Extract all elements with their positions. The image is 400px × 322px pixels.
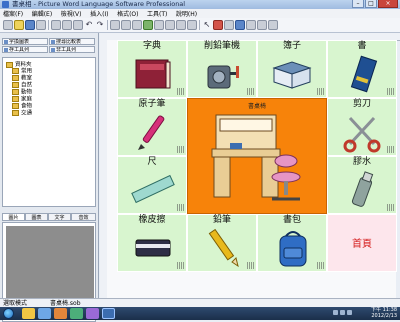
align-icon[interactable] xyxy=(121,20,131,30)
print-icon[interactable] xyxy=(36,20,46,30)
tab-sound[interactable]: 音效 xyxy=(71,213,96,221)
eraser-icon xyxy=(135,239,171,257)
start-button[interactable] xyxy=(3,308,14,319)
cell-glue[interactable]: 膠水 xyxy=(327,156,397,214)
explorer-taskbar-icon[interactable] xyxy=(22,308,35,319)
clock[interactable]: 下午 11:38 2012/2/13 xyxy=(371,307,397,319)
folder-icon xyxy=(12,103,19,109)
panel-tab-4[interactable]: 非工具列 xyxy=(49,46,95,53)
tree-item[interactable]: 交通 xyxy=(12,110,32,118)
network-icon[interactable] xyxy=(333,310,338,315)
system-tray xyxy=(333,310,352,315)
panel-tab-3[interactable]: 存工具列 xyxy=(2,46,48,53)
folder-icon xyxy=(6,61,13,68)
folder-icon xyxy=(12,75,19,81)
cell-ruler[interactable]: 尺 xyxy=(117,156,187,214)
new-file-icon[interactable] xyxy=(3,20,13,30)
ruler-icon xyxy=(131,174,175,204)
folder-tree[interactable]: 資料夾 常用 教室 自然 動物 家庭 食物 交通 xyxy=(2,57,96,207)
cell-home[interactable]: 首頁 xyxy=(327,214,397,272)
save-icon[interactable] xyxy=(25,20,35,30)
folder-icon xyxy=(12,82,19,88)
cell-pencil-sharpener[interactable]: 削鉛筆機 xyxy=(187,40,257,98)
cell-pencil[interactable]: 鉛筆 xyxy=(187,214,257,272)
redo-icon[interactable]: ↷ xyxy=(95,20,105,30)
cell-dictionary[interactable]: 字典 xyxy=(117,40,187,98)
cell-scissors[interactable]: 剪刀 xyxy=(327,98,397,156)
school-bag-icon xyxy=(279,231,307,267)
cell-book[interactable]: 書 xyxy=(327,40,397,98)
delete-icon[interactable] xyxy=(213,20,223,30)
glue-icon xyxy=(351,171,374,207)
canvas[interactable]: 字典 削鉛筆機 簿子 書 原子筆 書桌椅 剪刀 尺 膠水 橡皮擦 鉛筆 書包 首… xyxy=(107,40,397,298)
settings-icon[interactable] xyxy=(268,20,278,30)
sound-icon[interactable] xyxy=(235,20,245,30)
grid-icon[interactable] xyxy=(110,20,120,30)
browser-taskbar-icon[interactable] xyxy=(38,308,51,319)
zoom-icon[interactable] xyxy=(224,20,234,30)
tab-picture[interactable]: 圖片 xyxy=(2,213,25,221)
folder-icon xyxy=(12,110,19,116)
center-desk-cell[interactable]: 書桌椅 xyxy=(187,98,327,214)
pencil-sharpener-icon xyxy=(207,65,239,89)
communication-board: 字典 削鉛筆機 簿子 書 原子筆 書桌椅 剪刀 尺 膠水 橡皮擦 鉛筆 書包 首… xyxy=(117,40,397,272)
close-button[interactable]: × xyxy=(378,0,398,8)
page-icon[interactable] xyxy=(257,20,267,30)
tab-chart[interactable]: 圖表 xyxy=(25,213,48,221)
tab-text[interactable]: 文字 xyxy=(48,213,71,221)
app-icon xyxy=(2,1,9,8)
app-taskbar-icon[interactable] xyxy=(70,308,83,319)
notebook-icon xyxy=(272,61,312,89)
home-label: 首頁 xyxy=(352,239,372,250)
taskbar: 下午 11:38 2012/2/13 xyxy=(0,307,400,320)
minimize-button[interactable]: – xyxy=(352,0,364,8)
title-bar: 書桌相 - Picture Word Language Software Pro… xyxy=(0,0,400,9)
paste-icon[interactable] xyxy=(73,20,83,30)
undo-icon[interactable]: ↶ xyxy=(84,20,94,30)
preview-tabs: 圖片 圖表 文字 音效 xyxy=(2,213,96,221)
window-controls: – □ × xyxy=(352,0,398,8)
tree-root[interactable]: 資料夾 xyxy=(6,60,32,68)
cell-eraser[interactable]: 橡皮擦 xyxy=(117,214,187,272)
cell-pen[interactable]: 原子筆 xyxy=(117,98,187,156)
app2-taskbar-icon[interactable] xyxy=(86,308,99,319)
open-folder-icon[interactable] xyxy=(14,20,24,30)
insert-picture-icon[interactable] xyxy=(143,20,153,30)
toolbar: ↶ ↷ ↖ xyxy=(0,18,400,33)
active-app-taskbar-icon[interactable] xyxy=(102,308,115,319)
frame-icon[interactable] xyxy=(165,20,175,30)
text-icon[interactable] xyxy=(154,20,164,30)
layout-icon[interactable] xyxy=(132,20,142,30)
left-panel: 字換圖表 搜尋比較表 存工具列 非工具列 資料夾 常用 教室 自然 動物 家庭 … xyxy=(0,33,99,322)
cell-school-bag[interactable]: 書包 xyxy=(257,214,327,272)
folder-icon xyxy=(12,96,19,102)
book-icon xyxy=(350,55,378,93)
pen-icon xyxy=(138,115,165,150)
media-taskbar-icon[interactable] xyxy=(54,308,67,319)
folder-icon xyxy=(12,89,19,95)
copy-icon[interactable] xyxy=(62,20,72,30)
pencil-icon xyxy=(208,228,239,268)
link-icon[interactable] xyxy=(246,20,256,30)
dictionary-icon xyxy=(135,59,171,89)
panel-tab-1[interactable]: 字換圖表 xyxy=(2,38,48,45)
panel-tab-2[interactable]: 搜尋比較表 xyxy=(49,38,95,45)
table-icon[interactable] xyxy=(176,20,186,30)
pointer-icon[interactable]: ↖ xyxy=(202,20,212,30)
flag-icon[interactable] xyxy=(347,310,352,315)
cell-notebook[interactable]: 簿子 xyxy=(257,40,327,98)
window-title: 書桌相 - Picture Word Language Software Pro… xyxy=(12,0,186,8)
volume-icon[interactable] xyxy=(340,310,345,315)
maximize-button[interactable]: □ xyxy=(365,0,377,8)
scissors-icon xyxy=(343,116,381,153)
folder-icon xyxy=(12,68,19,74)
cut-icon[interactable] xyxy=(51,20,61,30)
border-icon[interactable] xyxy=(187,20,197,30)
desk-and-chair-icon xyxy=(211,114,301,201)
